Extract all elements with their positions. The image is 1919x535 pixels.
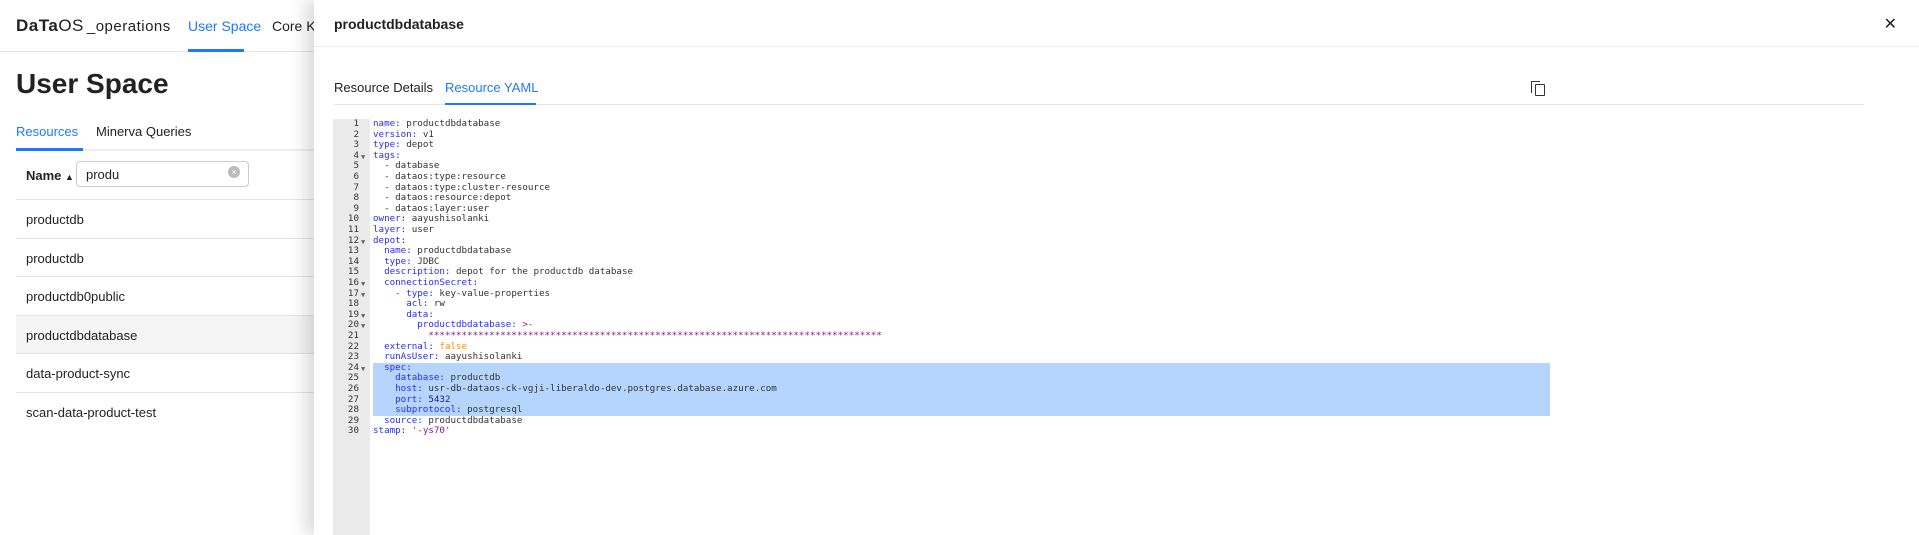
yaml-value: >-: [522, 319, 534, 331]
yaml-value: v1: [422, 128, 434, 140]
yaml-value: aayushisolanki: [444, 351, 523, 363]
yaml-value: false: [439, 340, 468, 352]
yaml-value: depot for the productdb database: [456, 266, 634, 278]
yaml-key: name:: [384, 245, 412, 257]
yaml-key: runAsUser:: [384, 351, 440, 363]
tab-active-indicator: [445, 103, 536, 105]
yaml-value: productdbdatabase: [406, 118, 501, 129]
yaml-value: aayushisolanki: [411, 213, 490, 225]
yaml-key: description:: [384, 266, 451, 278]
nav-active-indicator: [188, 49, 244, 52]
yaml-key: port:: [395, 393, 423, 405]
table-row[interactable]: scan-data-product-test: [16, 391, 316, 430]
fold-toggle-icon[interactable]: ▼: [361, 237, 365, 248]
yaml-value: 5432: [428, 393, 451, 405]
yaml-key: connectionSecret:: [384, 277, 479, 288]
close-icon[interactable]: ✕: [1884, 14, 1897, 34]
divider: [314, 46, 1919, 47]
selection-highlight: [373, 394, 1550, 406]
line-number: 11: [347, 224, 359, 235]
resource-drawer: productdbdatabase ✕ Resource Details Res…: [314, 0, 1919, 535]
yaml-value: depot: [406, 139, 434, 151]
line-number: 21: [347, 330, 359, 341]
yaml-key: acl:: [406, 298, 429, 310]
yaml-value: usr-db-dataos-ck-vgji-liberaldo-dev.post…: [428, 383, 777, 394]
yaml-value: productdb: [450, 372, 501, 384]
yaml-key: external:: [384, 340, 434, 352]
yaml-value: user: [411, 224, 434, 235]
yaml-editor[interactable]: 1 name: productdbdatabase 2 version: v1 3 typ…: [333, 118, 1550, 535]
yaml-value: '-ys70': [411, 425, 451, 437]
yaml-key: owner:: [373, 213, 407, 225]
nav-user-space[interactable]: User Space: [188, 18, 261, 34]
fold-toggle-icon[interactable]: ▼: [361, 152, 365, 163]
yaml-value: productdbdatabase: [428, 414, 523, 426]
selection-highlight: [373, 362, 1550, 374]
yaml-value: JDBC: [417, 255, 440, 267]
yaml-key: source:: [384, 414, 423, 426]
yaml-key: type:: [373, 139, 401, 151]
dataos-logo[interactable]: DaTaOS _operations: [16, 16, 171, 36]
name-column-header[interactable]: Name ▲: [26, 168, 74, 183]
yaml-key: subprotocol:: [395, 404, 462, 416]
tab-resource-details[interactable]: Resource Details: [334, 80, 433, 95]
clear-search-icon[interactable]: ×: [228, 166, 240, 178]
search-input[interactable]: produ: [76, 161, 249, 187]
yaml-key: depot:: [373, 234, 407, 246]
divider: [334, 104, 1864, 105]
yaml-key: host:: [395, 383, 423, 394]
yaml-value: - dataos:type:cluster-resource: [384, 181, 551, 193]
yaml-value: key-value-properties: [439, 287, 551, 299]
sort-asc-icon: ▲: [65, 172, 74, 182]
yaml-key: database:: [395, 372, 445, 384]
yaml-key: tags:: [373, 149, 401, 161]
table-row[interactable]: productdbdatabase: [16, 314, 316, 353]
fold-toggle-icon[interactable]: ▼: [361, 279, 365, 290]
line-number: 30: [347, 425, 359, 437]
yaml-value: postgresql: [467, 404, 523, 416]
yaml-key: stamp:: [373, 425, 407, 437]
yaml-key: name:: [373, 118, 401, 129]
yaml-key: productdbdatabase:: [417, 319, 517, 331]
table-row[interactable]: productdb: [16, 199, 316, 237]
yaml-key: - type:: [395, 287, 434, 299]
selection-highlight: [373, 405, 1550, 416]
table-row[interactable]: productdb: [16, 237, 316, 276]
table-row[interactable]: productdb0public: [16, 276, 316, 314]
yaml-value: productdbdatabase: [417, 245, 512, 257]
tab-minerva-queries[interactable]: Minerva Queries: [96, 124, 191, 139]
yaml-key: type:: [384, 255, 412, 267]
drawer-title: productdbdatabase: [334, 16, 464, 32]
code-line: stamp: '-ys70': [373, 426, 450, 437]
tab-resources[interactable]: Resources: [16, 124, 78, 139]
fold-toggle-icon[interactable]: ▼: [361, 290, 365, 301]
yaml-value: - database: [384, 160, 440, 172]
line-number: 26: [347, 383, 359, 394]
yaml-value: ****************************************…: [428, 330, 882, 341]
tab-resource-yaml[interactable]: Resource YAML: [445, 80, 538, 95]
yaml-value: - dataos:resource:depot: [384, 192, 512, 204]
line-number: 16: [347, 277, 359, 288]
yaml-value: rw: [433, 298, 445, 310]
yaml-value: - dataos:type:resource: [384, 171, 506, 182]
table-row[interactable]: data-product-sync: [16, 353, 316, 391]
yaml-key: layer:: [373, 224, 407, 235]
yaml-value: - dataos:layer:user: [384, 202, 490, 214]
copy-icon[interactable]: [1531, 81, 1545, 96]
line-number: 1: [353, 118, 359, 129]
yaml-key: spec:: [384, 361, 412, 373]
fold-toggle-icon[interactable]: ▼: [361, 321, 365, 332]
fold-toggle-icon[interactable]: ▼: [361, 311, 365, 322]
tab-active-indicator: [16, 148, 83, 151]
page-title: User Space: [16, 68, 169, 99]
yaml-key: data:: [406, 308, 434, 320]
line-number: 6: [353, 171, 359, 182]
fold-toggle-icon[interactable]: ▼: [361, 364, 365, 375]
yaml-key: version:: [373, 128, 418, 140]
